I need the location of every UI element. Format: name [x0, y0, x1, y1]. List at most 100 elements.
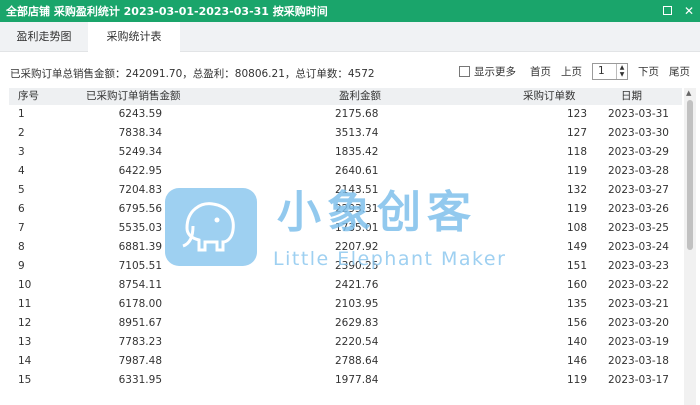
show-more-label[interactable]: 显示更多 — [474, 64, 516, 79]
row-sales-amount: 6331.95 — [118, 374, 162, 386]
row-profit: 1735.01 — [335, 222, 379, 234]
row-date: 2023-03-22 — [607, 279, 669, 291]
row-date: 2023-03-27 — [607, 184, 669, 196]
row-profit: 3513.74 — [335, 127, 379, 139]
header-index[interactable]: 序号 — [18, 88, 39, 105]
restore-button[interactable] — [660, 4, 674, 18]
table-row[interactable]: 10 8754.11 2421.76 160 2023-03-22 — [9, 276, 682, 295]
table-header: 序号 已采购订单销售金额 盈利金额 采购订单数 日期 — [9, 88, 682, 105]
row-index: 8 — [18, 241, 25, 253]
table-row[interactable]: 12 8951.67 2629.83 156 2023-03-20 — [9, 314, 682, 333]
table-row[interactable]: 11 6178.00 2103.95 135 2023-03-21 — [9, 295, 682, 314]
row-index: 7 — [18, 222, 25, 234]
row-order-count: 151 — [566, 260, 587, 272]
header-sales-amount[interactable]: 已采购订单销售金额 — [86, 88, 181, 105]
row-index: 4 — [18, 165, 25, 177]
row-order-count: 127 — [566, 127, 587, 139]
first-page-button[interactable]: 首页 — [530, 64, 551, 79]
row-date: 2023-03-29 — [607, 146, 669, 158]
row-order-count: 149 — [566, 241, 587, 253]
row-order-count: 123 — [566, 108, 587, 120]
table-row[interactable]: 4 6422.95 2640.61 119 2023-03-28 — [9, 162, 682, 181]
row-date: 2023-03-20 — [607, 317, 669, 329]
row-sales-amount: 7204.83 — [118, 184, 162, 196]
row-sales-amount: 6178.00 — [118, 298, 162, 310]
row-sales-amount: 7105.51 — [118, 260, 162, 272]
row-sales-amount: 5249.34 — [118, 146, 162, 158]
tab-bar: 盈利走势图 采购统计表 — [0, 22, 700, 52]
row-sales-amount: 5535.03 — [118, 222, 162, 234]
row-index: 13 — [18, 336, 32, 348]
row-sales-amount: 6795.56 — [118, 203, 162, 215]
row-order-count: 140 — [566, 336, 587, 348]
row-profit: 2207.92 — [335, 241, 379, 253]
row-profit: 2421.76 — [335, 279, 379, 291]
row-profit: 2103.95 — [335, 298, 379, 310]
row-profit: 1977.84 — [335, 374, 379, 386]
row-order-count: 118 — [566, 146, 587, 158]
row-date: 2023-03-17 — [607, 374, 669, 386]
spin-up-icon[interactable]: ▲ — [617, 64, 627, 71]
header-date[interactable]: 日期 — [621, 88, 642, 105]
table-row[interactable]: 9 7105.51 2390.25 151 2023-03-23 — [9, 257, 682, 276]
table-row[interactable]: 15 6331.95 1977.84 119 2023-03-17 — [9, 371, 682, 390]
row-date: 2023-03-25 — [607, 222, 669, 234]
row-date: 2023-03-31 — [607, 108, 669, 120]
tab-purchase-stats[interactable]: 采购统计表 — [88, 22, 180, 52]
prev-page-button[interactable]: 上页 — [561, 64, 582, 79]
row-order-count: 119 — [566, 165, 587, 177]
table-row[interactable]: 5 7204.83 2143.51 132 2023-03-27 — [9, 181, 682, 200]
header-order-count[interactable]: 采购订单数 — [523, 88, 576, 105]
row-sales-amount: 6243.59 — [118, 108, 162, 120]
page-spinner[interactable]: ▲ ▼ — [616, 63, 627, 79]
row-order-count: 132 — [566, 184, 587, 196]
pager: 显示更多 首页 上页 1 ▲ ▼ 下页 尾页 — [459, 62, 690, 80]
row-sales-amount: 6422.95 — [118, 165, 162, 177]
table-row[interactable]: 3 5249.34 1835.42 118 2023-03-29 — [9, 143, 682, 162]
row-date: 2023-03-28 — [607, 165, 669, 177]
table-row[interactable]: 1 6243.59 2175.68 123 2023-03-31 — [9, 105, 682, 124]
row-sales-amount: 7987.48 — [118, 355, 162, 367]
row-date: 2023-03-21 — [607, 298, 669, 310]
close-button[interactable]: ✕ — [682, 4, 696, 18]
restore-icon — [662, 6, 672, 15]
row-order-count: 119 — [566, 203, 587, 215]
row-index: 6 — [18, 203, 25, 215]
row-index: 3 — [18, 146, 25, 158]
row-date: 2023-03-24 — [607, 241, 669, 253]
row-sales-amount: 8754.11 — [118, 279, 162, 291]
scroll-thumb[interactable] — [687, 100, 693, 250]
tab-profit-trend[interactable]: 盈利走势图 — [0, 22, 88, 52]
summary-text: 已采购订单总销售金额：242091.70，总盈利：80806.21，总订单数：4… — [10, 68, 375, 80]
row-sales-amount: 8951.67 — [118, 317, 162, 329]
row-profit: 2788.64 — [335, 355, 379, 367]
table-row[interactable]: 6 6795.56 2293.31 119 2023-03-26 — [9, 200, 682, 219]
row-order-count: 119 — [566, 374, 587, 386]
next-page-button[interactable]: 下页 — [638, 64, 659, 79]
row-sales-amount: 7783.23 — [118, 336, 162, 348]
row-date: 2023-03-23 — [607, 260, 669, 272]
vertical-scrollbar[interactable]: ▲ — [684, 88, 696, 405]
show-more-checkbox[interactable] — [459, 65, 470, 77]
row-order-count: 156 — [566, 317, 587, 329]
row-sales-amount: 7838.34 — [118, 127, 162, 139]
row-order-count: 135 — [566, 298, 587, 310]
row-order-count: 108 — [566, 222, 587, 234]
row-profit: 2293.31 — [335, 203, 379, 215]
table-row[interactable]: 7 5535.03 1735.01 108 2023-03-25 — [9, 219, 682, 238]
spin-down-icon[interactable]: ▼ — [617, 71, 627, 78]
header-profit[interactable]: 盈利金额 — [339, 88, 381, 105]
table-row[interactable]: 8 6881.39 2207.92 149 2023-03-24 — [9, 238, 682, 257]
row-profit: 1835.42 — [335, 146, 379, 158]
row-order-count: 146 — [566, 355, 587, 367]
table-row[interactable]: 2 7838.34 3513.74 127 2023-03-30 — [9, 124, 682, 143]
table-row[interactable]: 14 7987.48 2788.64 146 2023-03-18 — [9, 352, 682, 371]
row-index: 1 — [18, 108, 25, 120]
window-title: 全部店铺 采购盈利统计 2023-03-01-2023-03-31 按采购时间 — [6, 5, 328, 18]
row-profit: 2220.54 — [335, 336, 379, 348]
page-number-input[interactable]: 1 ▲ ▼ — [592, 62, 628, 80]
scroll-up-icon[interactable]: ▲ — [686, 89, 691, 97]
last-page-button[interactable]: 尾页 — [669, 64, 690, 79]
table-row[interactable]: 13 7783.23 2220.54 140 2023-03-19 — [9, 333, 682, 352]
row-index: 5 — [18, 184, 25, 196]
